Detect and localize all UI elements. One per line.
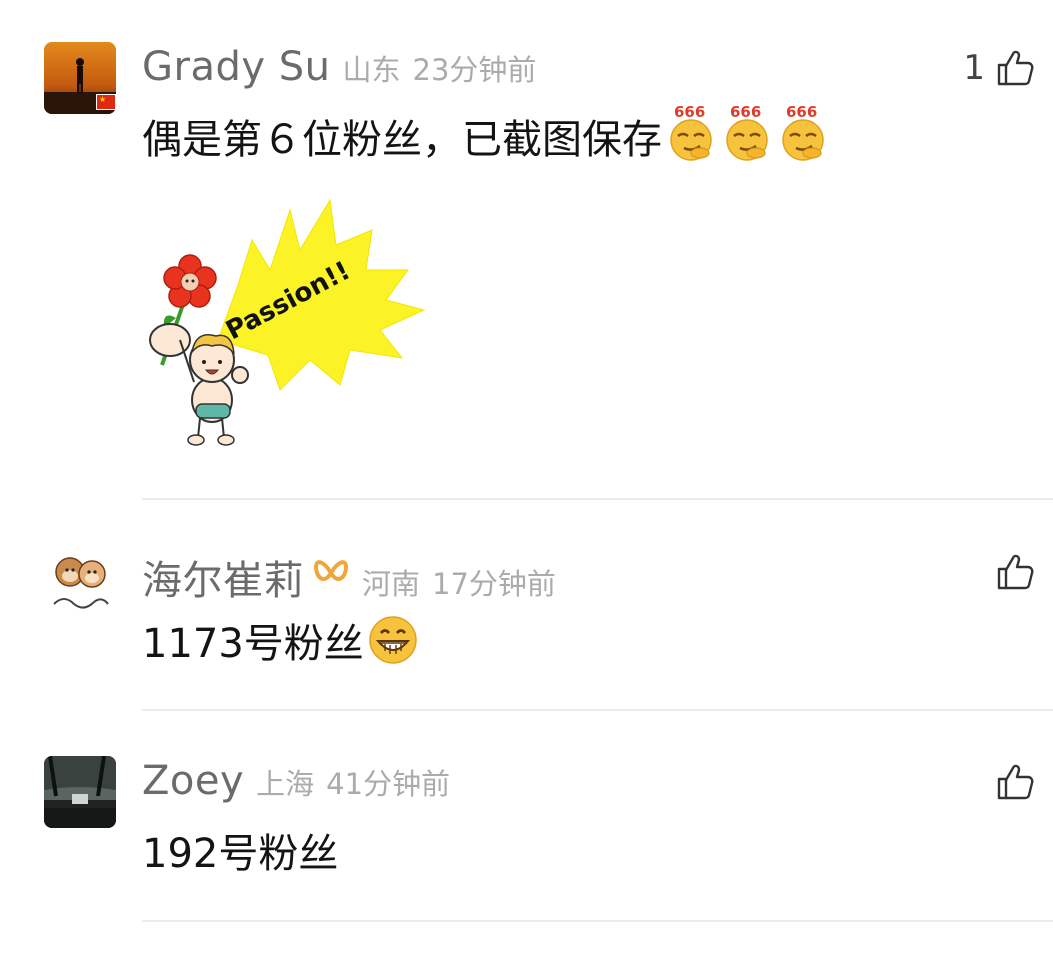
thumbs-up-icon xyxy=(995,762,1035,802)
comment-body: 1173号粉丝 xyxy=(142,621,364,667)
emoji-666-label: 666 xyxy=(730,103,762,121)
comment-text: 192号粉丝 xyxy=(142,822,338,878)
comment-text: 偶是第６位粉丝，已截图保存 666 666 666 xyxy=(142,103,830,164)
emoji-666-label: 666 xyxy=(674,103,706,121)
divider xyxy=(142,920,1053,922)
china-flag-icon: ★ xyxy=(96,94,116,110)
vip-badge-icon[interactable] xyxy=(312,555,350,591)
timestamp: 23分钟前 xyxy=(412,53,537,87)
passion-sticker-image[interactable]: Passion!! xyxy=(140,190,430,450)
like-count: 1 xyxy=(963,48,985,88)
avatar[interactable] xyxy=(44,546,116,618)
thumbs-up-icon xyxy=(995,552,1035,592)
comment-text: 1173号粉丝 xyxy=(142,612,420,668)
like-button[interactable] xyxy=(985,552,1035,592)
divider xyxy=(142,498,1053,500)
location-label: 上海 xyxy=(256,767,315,801)
username[interactable]: Grady Su xyxy=(142,44,330,90)
emoji-666-label: 666 xyxy=(786,103,818,121)
comment-body: 偶是第６位粉丝，已截图保存 xyxy=(142,117,662,163)
location-label: 河南 xyxy=(362,567,421,601)
like-button[interactable] xyxy=(985,762,1035,802)
avatar[interactable] xyxy=(44,756,116,828)
divider xyxy=(142,709,1053,711)
comment-body: 192号粉丝 xyxy=(142,831,339,877)
username[interactable]: Zoey xyxy=(142,758,244,804)
smug-666-emoji-icon: 666 xyxy=(776,103,830,163)
smug-666-emoji-icon: 666 xyxy=(664,103,718,163)
location-label: 山东 xyxy=(342,53,401,87)
thumbs-up-icon xyxy=(995,48,1035,88)
comment-meta: 海尔崔莉 河南 17分钟前 xyxy=(142,548,556,604)
grinning-emoji-icon xyxy=(366,613,420,667)
comment-meta: Grady Su 山东 23分钟前 xyxy=(142,44,536,94)
timestamp: 17分钟前 xyxy=(432,567,556,601)
comment-meta: Zoey 上海 41分钟前 xyxy=(142,758,450,808)
timestamp: 41分钟前 xyxy=(326,767,451,801)
like-button[interactable]: 1 xyxy=(963,48,1035,88)
username[interactable]: 海尔崔莉 xyxy=(142,548,304,606)
smug-666-emoji-icon: 666 xyxy=(720,103,774,163)
